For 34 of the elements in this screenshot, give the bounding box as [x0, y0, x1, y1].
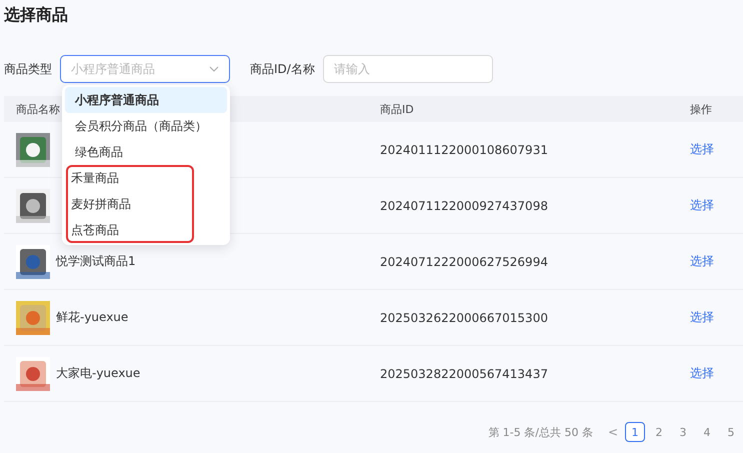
select-link[interactable]: 选择 — [678, 365, 743, 382]
product-name: 悦学测试商品1 — [56, 253, 136, 270]
select-link[interactable]: 选择 — [678, 197, 743, 214]
page-button[interactable]: 1 — [625, 422, 645, 442]
page-title: 选择商品 — [3, 4, 69, 26]
page-button[interactable]: 4 — [697, 422, 717, 442]
product-id: 2024011122000108607931 — [379, 142, 549, 156]
field-label: 商品ID/名称 — [250, 60, 315, 78]
dropdown-option[interactable]: 绿色商品 — [65, 139, 227, 165]
page-button[interactable]: 5 — [721, 422, 741, 442]
dropdown-option[interactable]: 小程序普通商品 — [65, 87, 227, 113]
product-id: 2024071222000627526994 — [379, 254, 549, 268]
dropdown-option[interactable]: 点苍商品 — [66, 217, 194, 243]
product-name: 大家电-yuexue — [56, 365, 140, 382]
page-summary: 第 1-5 条/总共 50 条 — [488, 424, 593, 440]
column-header: 商品名称 — [16, 102, 60, 116]
dropdown-option[interactable]: 会员积分商品（商品类） — [65, 113, 227, 139]
product-id: 2024071122000927437098 — [379, 198, 549, 212]
page-button[interactable]: 2 — [649, 422, 669, 442]
product-id: 2025032822000567413437 — [379, 366, 549, 380]
column-header: 商品ID — [380, 102, 414, 116]
product-name: 鲜花-yuexue — [56, 309, 128, 326]
search-field[interactable]: 请输入 — [322, 55, 493, 83]
select-link[interactable]: 选择 — [678, 309, 743, 326]
prev-page-button[interactable]: < — [604, 425, 621, 439]
column-header: 操作 — [690, 102, 712, 116]
dropdown-option[interactable]: 禾量商品 — [66, 165, 194, 191]
field-label: 商品类型 — [4, 60, 52, 78]
product-id: 2025032622000667015300 — [379, 310, 549, 324]
dropdown-option[interactable]: 麦好拼商品 — [66, 191, 194, 217]
chevron-icon — [209, 66, 219, 72]
select-link[interactable]: 选择 — [678, 253, 743, 270]
select-link[interactable]: 选择 — [678, 141, 743, 158]
page-button[interactable]: 3 — [673, 422, 693, 442]
